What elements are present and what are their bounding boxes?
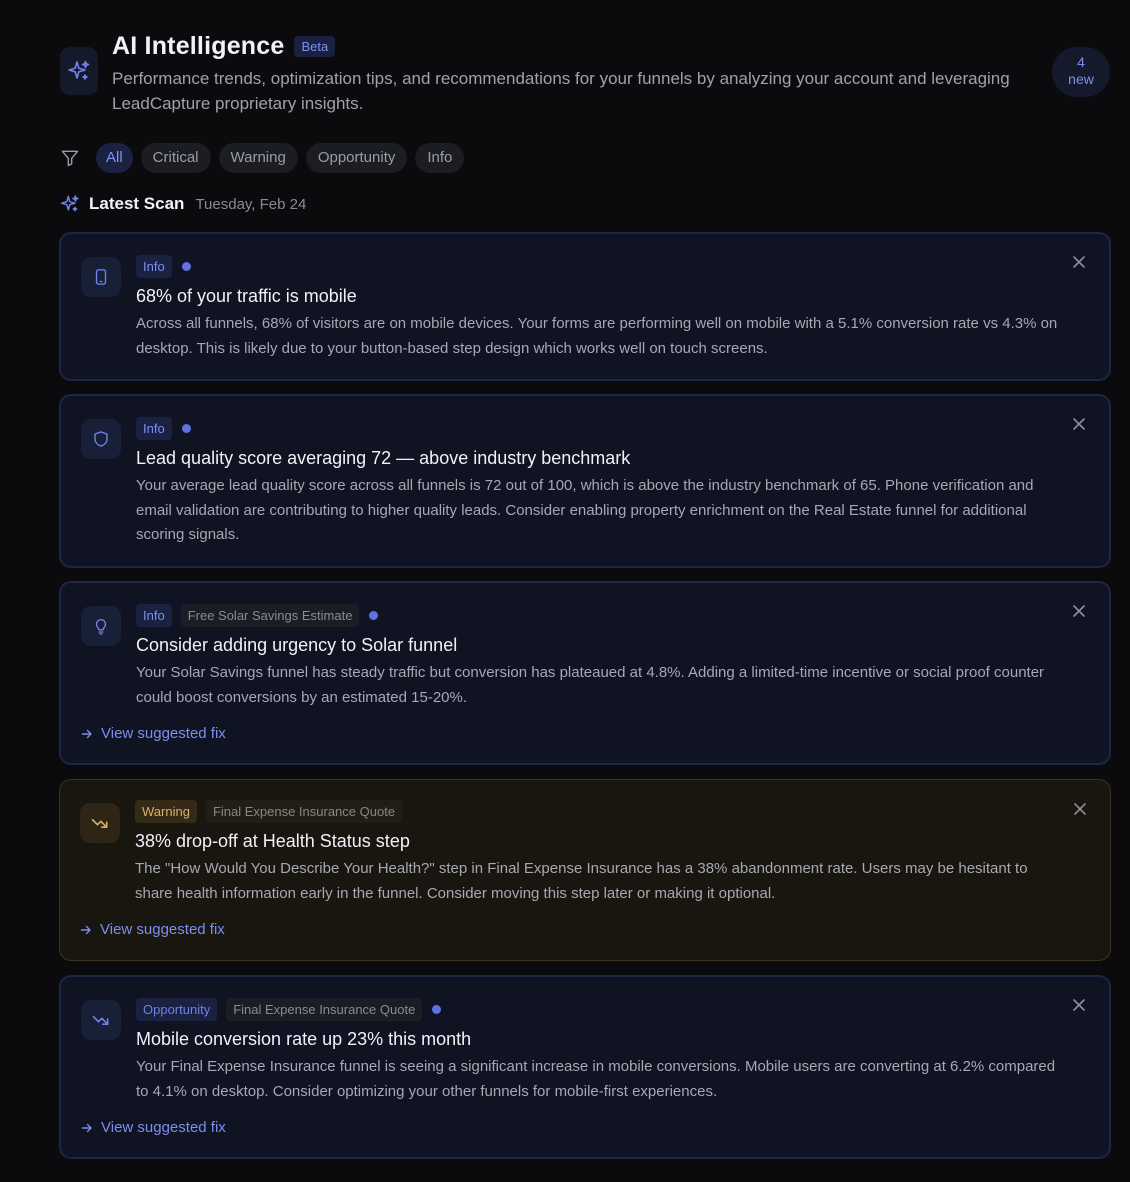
sparkles-icon [60,47,98,95]
latest-scan-date: Tuesday, Feb 24 [195,195,307,213]
arrow-right-icon [80,924,92,936]
insight-card: Opportunity Final Expense Insurance Quot… [59,975,1111,1159]
insight-body: Across all funnels, 68% of visitors are … [136,315,1058,357]
shield-icon [81,419,121,459]
insight-body: Your average lead quality score across a… [136,477,1034,543]
insight-title: 38% drop-off at Health Status step [135,831,410,851]
filter-chip-warning[interactable]: Warning [218,143,298,173]
insight-card: Info Free Solar Savings Estimate Conside… [59,581,1111,765]
latest-scan-title: Latest Scan [89,194,185,213]
page-title: AI Intelligence [112,32,285,60]
insight-title: Mobile conversion rate up 23% this month [136,1029,472,1049]
view-suggested-fix-link[interactable]: View suggested fix [81,725,226,742]
view-suggested-fix-link[interactable]: View suggested fix [80,921,225,938]
funnel-tag: Final Expense Insurance Quote [205,799,403,823]
fix-link-label: View suggested fix [100,921,225,938]
new-count-badge[interactable]: 4 new [1052,47,1110,97]
close-icon[interactable] [1071,254,1087,270]
close-icon[interactable] [1071,603,1087,619]
filter-icon[interactable] [60,148,80,168]
filter-chip-opportunity[interactable]: Opportunity [305,143,408,173]
filter-chip-info[interactable]: Info [415,143,465,173]
insight-type-tag: Info [136,254,172,278]
unread-dot [181,261,191,271]
insight-card: Warning Final Expense Insurance Quote 38… [59,779,1111,961]
filter-chip-all[interactable]: All [96,143,133,173]
insight-title: Consider adding urgency to Solar funnel [136,635,458,655]
insight-card: Info Lead quality score averaging 72 — a… [59,394,1111,568]
insight-type-tag: Opportunity [136,997,218,1021]
filter-chip-critical[interactable]: Critical [140,143,211,173]
lightbulb-icon [81,606,121,646]
trending-down-icon [81,1000,121,1040]
close-icon[interactable] [1071,416,1087,432]
insight-body: Your Final Expense Insurance funnel is s… [136,1058,1056,1100]
insight-body: The "How Would You Describe Your Health?… [135,860,1028,902]
fix-link-label: View suggested fix [101,1119,226,1136]
arrow-right-icon [81,1122,93,1134]
filter-bar: All Critical Warning Opportunity Info [60,143,465,173]
new-count: 4 [1077,54,1085,70]
arrow-right-icon [81,728,93,740]
insight-type-tag: Info [136,603,172,627]
funnel-tag: Final Expense Insurance Quote [226,997,423,1021]
insight-title: Lead quality score averaging 72 — above … [136,448,631,468]
view-suggested-fix-link[interactable]: View suggested fix [81,1119,226,1136]
fix-link-label: View suggested fix [101,725,226,742]
trending-down-icon [80,803,120,843]
unread-dot [181,423,191,433]
unread-dot [432,1004,442,1014]
close-icon[interactable] [1072,801,1088,817]
new-label: new [1068,71,1094,87]
insight-body: Your Solar Savings funnel has steady tra… [136,664,1045,706]
beta-badge: Beta [294,36,336,57]
close-icon[interactable] [1071,997,1087,1013]
insight-card: Info 68% of your traffic is mobile Acros… [59,232,1111,381]
page-header: AI Intelligence Beta Performance trends,… [60,30,1110,113]
sparkles-icon [60,194,80,214]
insight-title: 68% of your traffic is mobile [136,286,357,306]
insight-type-tag: Info [136,416,172,440]
insight-type-tag: Warning [135,799,197,823]
page-subtitle: Performance trends, optimization tips, a… [112,69,1010,113]
latest-scan-header: Latest Scan Tuesday, Feb 24 [60,194,306,214]
smartphone-icon [81,257,121,297]
unread-dot [369,610,379,620]
funnel-tag: Free Solar Savings Estimate [180,603,360,627]
